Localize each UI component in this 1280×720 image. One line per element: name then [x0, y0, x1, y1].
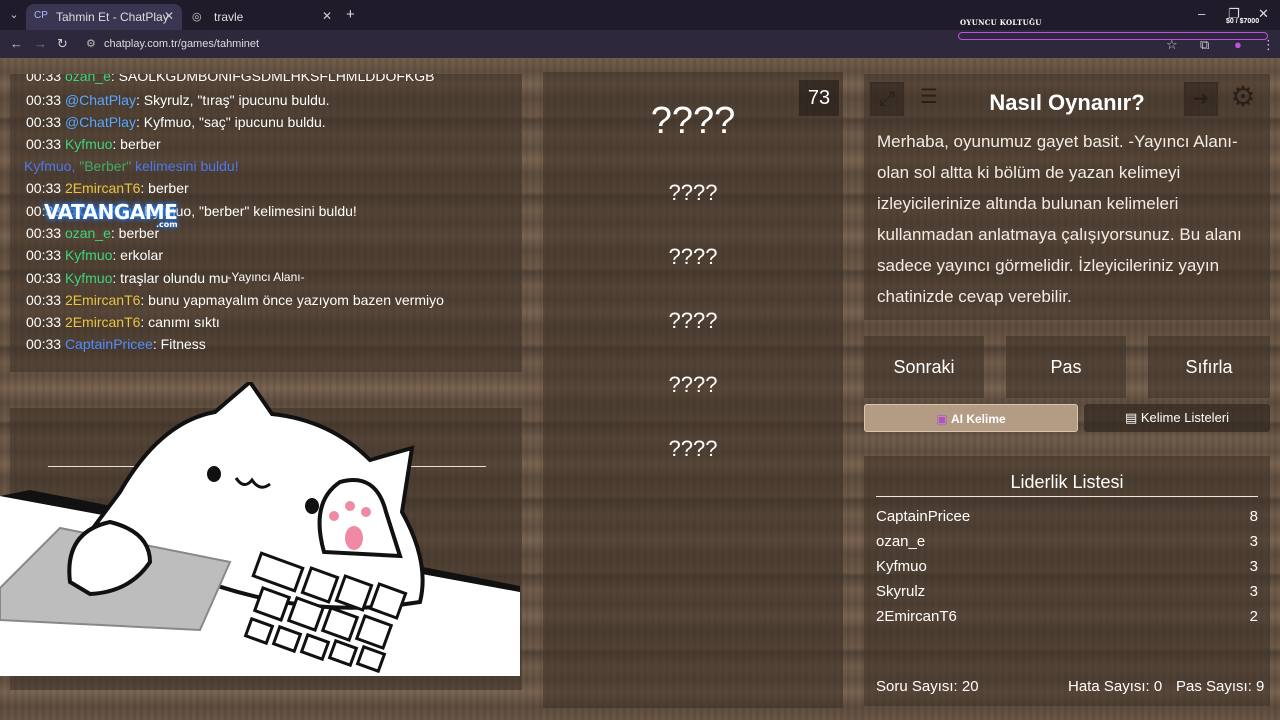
leaderboard-title: Liderlik Listesi — [1010, 472, 1124, 492]
profile-avatar-icon[interactable]: ● — [1234, 37, 1242, 52]
hint-word: ???? — [668, 180, 718, 205]
next-button[interactable]: Sonraki — [864, 336, 984, 398]
back-arrow-icon[interactable]: ← — [10, 36, 23, 51]
chat-system-message: Kyfmuo, "Berber" kelimesini buldu! — [24, 158, 239, 174]
leaderboard-divider — [876, 496, 1258, 497]
ai-word-button[interactable]: ▣ AI Kelime — [864, 404, 1078, 432]
question-count: Soru Sayısı: 20 — [876, 678, 979, 695]
leaderboard-row: Skyrulz 3 — [876, 583, 1258, 600]
tab-label: travle — [214, 10, 244, 24]
close-tab-icon[interactable]: ✕ — [164, 9, 174, 23]
bookmark-star-icon[interactable]: ☆ — [1166, 37, 1178, 53]
close-window-icon[interactable]: ✕ — [1258, 6, 1269, 22]
minimize-icon[interactable]: – — [1198, 6, 1205, 21]
chat-message: 00:33 @ChatPlay: Kyfmuo, "saç" ipucunu b… — [26, 114, 326, 130]
browser-menu-icon[interactable]: ⋮ — [1262, 37, 1275, 53]
hint-word: ???? — [668, 372, 718, 397]
chat-message: 00:33 ozan_e: berber — [26, 225, 160, 241]
site-info-icon[interactable]: ⚙ — [86, 37, 96, 50]
reset-button[interactable]: Sıfırla — [1148, 336, 1270, 398]
reload-icon[interactable]: ↻ — [57, 36, 68, 52]
how-to-play-title: Nasıl Oynanır? — [989, 90, 1145, 115]
ai-icon: ▣ — [936, 412, 948, 426]
hint-word: ???? — [668, 308, 718, 333]
vatangame-watermark-logo: VATANGAME .com — [44, 200, 178, 229]
chat-message: 00:33 Kyfmuo: berber — [26, 136, 161, 152]
tab-search-chevron-icon[interactable]: ⌄ — [4, 5, 24, 25]
chat-message: 00:33 2EmircanT6: bunu yapmayalım önce y… — [26, 292, 444, 308]
streamer-area-label: -Yayıncı Alanı- — [227, 270, 305, 284]
chatplay-favicon-icon: CP — [34, 10, 48, 21]
compass-icon: ◎ — [192, 11, 202, 23]
document-icon: ▤ — [1124, 410, 1138, 425]
error-count: Hata Sayısı: 0 — [1068, 678, 1163, 695]
close-tab-icon[interactable]: ✕ — [322, 9, 332, 23]
chat-message: 00:33 CaptainPricee: Fitness — [26, 336, 206, 352]
overlay-money: $0 / $7000 — [1226, 18, 1260, 25]
leaderboard-row: CaptainPricee 8 — [876, 508, 1258, 525]
how-to-play-panel: ⤢ ☰ ➜ ⚙ Nasıl Oynanır? Merhaba, oyunumuz… — [864, 74, 1270, 320]
typing-cat-overlay-image — [0, 382, 520, 676]
hint-word: ???? — [668, 436, 718, 461]
address-bar[interactable]: ⚙ chatplay.com.tr/games/tahminet — [84, 34, 604, 54]
browser-toolbar: ← → ↻ ⚙ chatplay.com.tr/games/tahminet ☆… — [0, 30, 1280, 58]
leaderboard-row: ozan_e 3 — [876, 533, 1258, 550]
forward-arrow-icon[interactable]: → — [34, 36, 47, 51]
word-panel: 73 ???? ???? ???? ???? ???? ???? — [543, 72, 843, 708]
chat-message: 00:33 2EmircanT6: berber — [26, 180, 189, 196]
pass-button[interactable]: Pas — [1006, 336, 1126, 398]
pass-count: Pas Sayısı: 9 — [1176, 678, 1265, 695]
chat-message: 00:33 ozan_e: SAOLKGDMBONIFGSDMLHKSFLHML… — [26, 74, 435, 84]
extensions-icon[interactable]: ⧉ — [1200, 37, 1209, 53]
url-text: chatplay.com.tr/games/tahminet — [104, 38, 260, 50]
overlay-progress-bar — [958, 32, 1268, 40]
leaderboard-row: Kyfmuo 3 — [876, 558, 1258, 575]
new-tab-plus-icon[interactable]: + — [346, 6, 355, 23]
chat-message: 00:33 @ChatPlay: Skyrulz, "tıraş" ipucun… — [26, 92, 330, 108]
tab-travle[interactable]: ◎ travle ✕ — [184, 4, 340, 30]
target-word: ???? — [650, 100, 736, 142]
leaderboard-panel: Liderlik Listesi CaptainPricee 8 ozan_e 3 … — [864, 456, 1270, 706]
how-to-play-text: Merhaba, oyunumuz gayet basit. -Yayıncı … — [877, 132, 1242, 306]
leaderboard-row: 2EmircanT6 2 — [876, 608, 1258, 625]
tab-tahmin-et[interactable]: CP Tahmin Et - ChatPlay ✕ — [26, 4, 182, 30]
chat-message: 00:33 2EmircanT6: canımı sıktı — [26, 314, 220, 330]
tab-label: Tahmin Et - ChatPlay — [56, 10, 169, 24]
overlay-title: OYUNCU KOLTUĞU — [960, 18, 1042, 27]
tab-bar: ⌄ CP Tahmin Et - ChatPlay ✕ ◎ travle ✕ +… — [0, 0, 1280, 30]
word-lists-button[interactable]: ▤ Kelime Listeleri — [1084, 404, 1270, 432]
hint-word: ???? — [668, 244, 718, 269]
chat-message: 00:33 Kyfmuo: erkolar — [26, 247, 163, 263]
